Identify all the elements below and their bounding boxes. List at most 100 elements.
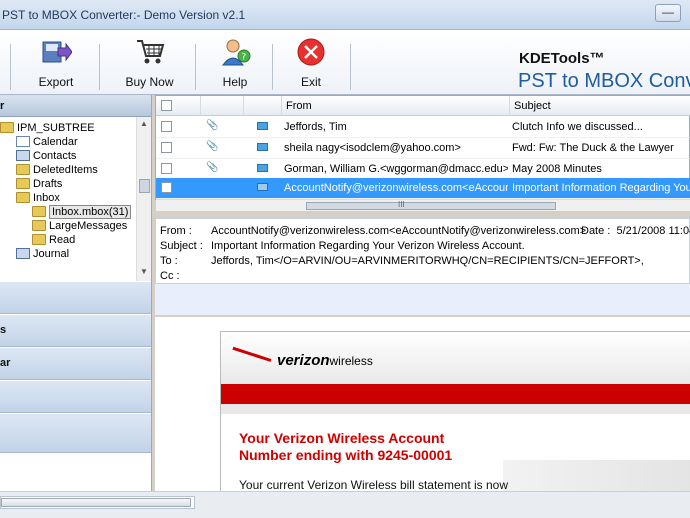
toolbar: Export Buy Now ? Help Exit KDETools™ PST…: [0, 30, 690, 95]
tree-item-read[interactable]: Read: [32, 234, 75, 248]
verizon-check-icon: [232, 340, 274, 362]
tree-item-label: Contacts: [33, 150, 77, 162]
row-checkbox[interactable]: [161, 163, 172, 174]
row-checkbox[interactable]: [161, 142, 172, 153]
row-checkbox[interactable]: [161, 121, 172, 132]
cart-icon: [136, 40, 164, 64]
toolbar-separator: [272, 44, 273, 90]
attachment-column[interactable]: [201, 96, 244, 116]
tree-item-largemessages[interactable]: LargeMessages: [32, 220, 127, 234]
exit-icon: [297, 38, 325, 66]
folder-pane-header: r: [0, 95, 151, 117]
export-icon: [42, 41, 72, 63]
scrollbar-thumb[interactable]: [1, 498, 191, 507]
tree-item-contacts[interactable]: Contacts: [16, 150, 76, 164]
minimize-button[interactable]: —: [655, 4, 681, 22]
headline-line-2: Number ending with 9245-00001: [239, 447, 453, 463]
email-headline: Your Verizon Wireless Account Number end…: [239, 430, 452, 464]
tree-item-drafts[interactable]: Drafts: [16, 178, 62, 192]
nav-pane-button-3[interactable]: ar: [0, 347, 151, 380]
tree-item-label: Drafts: [33, 178, 63, 190]
grey-band: [221, 404, 690, 414]
tree-item-calendar[interactable]: Calendar: [16, 136, 78, 150]
scroll-up-icon[interactable]: ▲: [140, 119, 148, 128]
message-row[interactable]: 📎 sheila nagy<isodclem@yahoo.com> Fwd: F…: [156, 138, 690, 159]
attachment-bar: [155, 284, 690, 316]
exit-button[interactable]: Exit: [276, 32, 346, 92]
toolbar-separator: [99, 44, 100, 90]
type-column[interactable]: [244, 96, 282, 116]
tree-item-ipm-subtree[interactable]: IPM_SUBTREE: [0, 122, 95, 136]
nav-pane-button-2[interactable]: s: [0, 314, 151, 347]
message-row[interactable]: 📎 Jeffords, Tim Clutch Info we discussed…: [156, 117, 690, 138]
logo-sub-text: wireless: [329, 354, 373, 368]
nav-pane-button-4[interactable]: [0, 380, 151, 413]
calendar-icon: [16, 136, 30, 147]
help-button[interactable]: ? Help: [200, 32, 270, 92]
nav-pane-button-5[interactable]: [0, 413, 151, 453]
tree-item-label: Inbox: [33, 192, 60, 204]
verizon-logo: verizonwireless: [277, 352, 373, 369]
from-column-header[interactable]: From: [282, 96, 510, 116]
folder-pane: r IPM_SUBTREE Calendar Contacts DeletedI…: [0, 95, 152, 491]
exit-label: Exit: [300, 75, 321, 89]
tree-item-label: LargeMessages: [49, 220, 128, 232]
help-label: Help: [222, 75, 248, 89]
tree-item-label: DeletedItems: [33, 164, 98, 176]
folder-open-icon: [16, 192, 30, 203]
buy-now-label: Buy Now: [125, 75, 174, 89]
message-list-hscrollbar[interactable]: III: [156, 199, 690, 211]
logo-main-text: verizon: [277, 352, 330, 369]
from-value: AccountNotify@verizonwireless.com<eAccou…: [211, 225, 587, 237]
message-subject: Important Information Regarding Your Ver…: [512, 182, 690, 194]
folder-icon: [16, 178, 30, 189]
tree-item-label: IPM_SUBTREE: [17, 122, 95, 134]
folder-icon: [32, 206, 46, 217]
message-from: AccountNotify@verizonwireless.com<eAccou…: [284, 182, 508, 194]
message-list: From Subject 📎 Jeffords, Tim Clutch Info…: [155, 95, 690, 211]
select-all-column[interactable]: [156, 96, 201, 116]
message-from: sheila nagy<isodclem@yahoo.com>: [284, 142, 461, 154]
to-value: Jeffords, Tim</O=ARVIN/OU=ARVINMERITORWH…: [211, 255, 644, 267]
folder-icon: [32, 220, 46, 231]
scrollbar-thumb[interactable]: [306, 202, 556, 210]
folder-tree-scrollbar[interactable]: ▲ ▼: [136, 117, 151, 281]
tree-item-label: Calendar: [33, 136, 78, 148]
to-label: To :: [160, 255, 178, 267]
tree-item-journal[interactable]: Journal: [16, 248, 69, 262]
envelope-icon: [257, 183, 268, 191]
bottom-scrollbar[interactable]: [0, 491, 690, 518]
nav-pane-button-1[interactable]: [0, 281, 151, 314]
envelope-icon: [257, 122, 268, 130]
message-list-header: From Subject: [156, 96, 690, 116]
select-all-checkbox[interactable]: [161, 100, 172, 111]
scroll-down-icon[interactable]: ▼: [140, 267, 148, 276]
date-label: Date :: [581, 225, 611, 237]
date-value: 5/21/2008 11:04:3: [616, 225, 690, 237]
scrollbar-track[interactable]: [0, 496, 195, 509]
scroll-grip-icon: III: [398, 200, 405, 209]
attachment-icon: 📎: [206, 120, 219, 131]
envelope-icon: [257, 164, 268, 172]
message-body: verizonwireless Your Verizon Wireless Ac…: [155, 317, 690, 502]
folder-icon: [32, 234, 46, 245]
contacts-icon: [16, 150, 30, 161]
tree-item-deleteditems[interactable]: DeletedItems: [16, 164, 98, 178]
subject-column-header[interactable]: Subject: [510, 96, 690, 116]
message-row[interactable]: 📎 Gorman, William G.<wggorman@dmacc.edu>…: [156, 159, 690, 180]
svg-text:?: ?: [242, 53, 247, 63]
export-button[interactable]: Export: [20, 32, 92, 92]
brand-product: PST to MBOX Conver: [518, 70, 690, 92]
journal-icon: [16, 248, 30, 259]
message-subject: Fwd: Fw: The Duck & the Lawyer: [512, 142, 674, 154]
row-checkbox[interactable]: [161, 182, 172, 193]
tree-item-inbox-mbox[interactable]: Inbox.mbox(31): [32, 205, 132, 220]
toolbar-separator: [195, 44, 196, 90]
tree-item-inbox[interactable]: Inbox: [16, 192, 60, 206]
scrollbar-thumb[interactable]: [139, 179, 150, 193]
red-bar: [221, 384, 690, 404]
envelope-icon: [257, 143, 268, 151]
message-from: Jeffords, Tim: [284, 121, 347, 133]
message-row-selected[interactable]: AccountNotify@verizonwireless.com<eAccou…: [156, 178, 690, 199]
buy-now-button[interactable]: Buy Now: [112, 32, 187, 92]
